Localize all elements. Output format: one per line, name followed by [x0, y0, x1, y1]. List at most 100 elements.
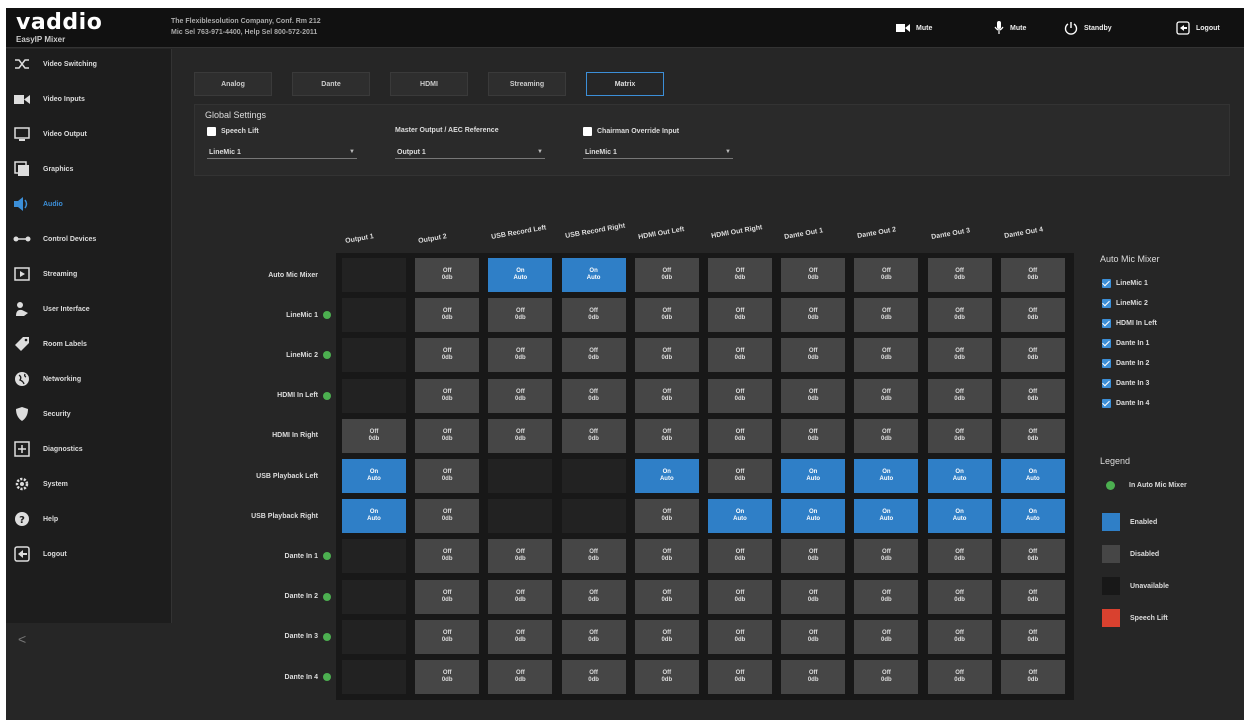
- matrix-cell-toggle[interactable]: Off 0db: [927, 579, 992, 614]
- matrix-cell-toggle[interactable]: Off 0db: [634, 660, 699, 694]
- matrix-cell-toggle[interactable]: On Auto: [927, 459, 992, 493]
- sidebar-item-streaming[interactable]: Streaming: [6, 259, 172, 289]
- matrix-cell-toggle[interactable]: Off 0db: [781, 338, 846, 373]
- matrix-cell-toggle[interactable]: Off 0db: [1000, 378, 1065, 413]
- matrix-cell-toggle[interactable]: Off 0db: [415, 660, 480, 694]
- tab-analog[interactable]: Analog: [194, 72, 272, 96]
- matrix-cell-toggle[interactable]: On Auto: [854, 459, 919, 493]
- matrix-cell-toggle[interactable]: Off 0db: [415, 579, 480, 614]
- sidebar-item-networking[interactable]: Networking: [6, 364, 172, 394]
- matrix-cell-toggle[interactable]: Off 0db: [415, 378, 480, 413]
- matrix-cell-toggle[interactable]: Off 0db: [634, 378, 699, 413]
- matrix-cell-toggle[interactable]: Off 0db: [488, 338, 553, 373]
- matrix-cell-toggle[interactable]: Off 0db: [854, 539, 919, 574]
- matrix-cell-toggle[interactable]: Off 0db: [708, 418, 772, 453]
- matrix-cell-toggle[interactable]: On Auto: [342, 459, 406, 493]
- matrix-cell-toggle[interactable]: Off 0db: [854, 378, 919, 413]
- matrix-cell-toggle[interactable]: Off 0db: [634, 258, 699, 292]
- matrix-cell-toggle[interactable]: Off 0db: [708, 258, 772, 292]
- matrix-cell-toggle[interactable]: Off 0db: [927, 258, 992, 292]
- header-logout-button[interactable]: Logout: [1176, 17, 1220, 39]
- sidebar-item-user-interface[interactable]: User Interface: [6, 294, 172, 324]
- matrix-cell-toggle[interactable]: Off 0db: [488, 660, 553, 694]
- matrix-cell-toggle[interactable]: Off 0db: [708, 619, 772, 654]
- matrix-cell-toggle[interactable]: Off 0db: [708, 378, 772, 413]
- matrix-cell-toggle[interactable]: Off 0db: [854, 660, 919, 694]
- sidebar-item-logout[interactable]: Logout: [6, 539, 172, 569]
- matrix-cell-toggle[interactable]: Off 0db: [854, 298, 919, 333]
- matrix-cell-toggle[interactable]: On Auto: [781, 499, 846, 534]
- matrix-cell-toggle[interactable]: Off 0db: [1000, 660, 1065, 694]
- sidebar-item-diagnostics[interactable]: Diagnostics: [6, 434, 172, 464]
- matrix-cell-toggle[interactable]: Off 0db: [342, 418, 406, 453]
- sidebar-item-system[interactable]: System: [6, 469, 172, 499]
- chairman-override-select[interactable]: LineMic 1 ▼: [583, 146, 733, 159]
- master-output-select[interactable]: Output 1 ▼: [395, 146, 545, 159]
- auto-mic-mixer-checkbox-dante-in-1[interactable]: Dante In 1: [1102, 339, 1149, 348]
- matrix-cell-toggle[interactable]: Off 0db: [708, 459, 772, 493]
- sidebar-item-room-labels[interactable]: Room Labels: [6, 329, 172, 359]
- camera-mute-button[interactable]: Mute: [896, 17, 932, 39]
- matrix-cell-toggle[interactable]: Off 0db: [708, 298, 772, 333]
- matrix-cell-toggle[interactable]: Off 0db: [488, 298, 553, 333]
- matrix-cell-toggle[interactable]: Off 0db: [415, 338, 480, 373]
- matrix-cell-toggle[interactable]: Off 0db: [1000, 258, 1065, 292]
- matrix-cell-toggle[interactable]: Off 0db: [781, 539, 846, 574]
- matrix-cell-toggle[interactable]: Off 0db: [1000, 418, 1065, 453]
- standby-button[interactable]: Standby: [1064, 17, 1112, 39]
- sidebar-item-graphics[interactable]: Graphics: [6, 154, 172, 184]
- tab-dante[interactable]: Dante: [292, 72, 370, 96]
- matrix-cell-toggle[interactable]: Off 0db: [854, 258, 919, 292]
- matrix-cell-toggle[interactable]: Off 0db: [561, 298, 626, 333]
- matrix-cell-toggle[interactable]: Off 0db: [634, 579, 699, 614]
- matrix-cell-toggle[interactable]: Off 0db: [854, 619, 919, 654]
- auto-mic-mixer-checkbox-hdmi-in-left[interactable]: HDMI In Left: [1102, 319, 1157, 328]
- auto-mic-mixer-checkbox-linemic-2[interactable]: LineMic 2: [1102, 299, 1148, 308]
- matrix-cell-toggle[interactable]: Off 0db: [488, 579, 553, 614]
- sidebar-item-audio[interactable]: Audio: [6, 189, 172, 219]
- matrix-cell-toggle[interactable]: Off 0db: [927, 338, 992, 373]
- matrix-cell-toggle[interactable]: Off 0db: [561, 660, 626, 694]
- sidebar-item-video-output[interactable]: Video Output: [6, 119, 172, 149]
- chairman-override-checkbox[interactable]: Chairman Override Input: [583, 127, 679, 136]
- matrix-cell-toggle[interactable]: Off 0db: [1000, 539, 1065, 574]
- matrix-cell-toggle[interactable]: Off 0db: [854, 418, 919, 453]
- tab-hdmi[interactable]: HDMI: [390, 72, 468, 96]
- matrix-cell-toggle[interactable]: Off 0db: [634, 298, 699, 333]
- matrix-cell-toggle[interactable]: Off 0db: [561, 579, 626, 614]
- matrix-cell-toggle[interactable]: On Auto: [927, 499, 992, 534]
- matrix-cell-toggle[interactable]: Off 0db: [781, 418, 846, 453]
- matrix-cell-toggle[interactable]: Off 0db: [634, 619, 699, 654]
- matrix-cell-toggle[interactable]: Off 0db: [634, 539, 699, 574]
- matrix-cell-toggle[interactable]: Off 0db: [781, 660, 846, 694]
- matrix-cell-toggle[interactable]: Off 0db: [1000, 298, 1065, 333]
- sidebar-item-security[interactable]: Security: [6, 399, 172, 429]
- matrix-cell-toggle[interactable]: Off 0db: [1000, 579, 1065, 614]
- speech-lift-checkbox[interactable]: Speech Lift: [207, 127, 259, 136]
- matrix-cell-toggle[interactable]: On Auto: [1000, 499, 1065, 534]
- sidebar-item-help[interactable]: ? Help: [6, 504, 172, 534]
- matrix-cell-toggle[interactable]: Off 0db: [708, 539, 772, 574]
- matrix-cell-toggle[interactable]: Off 0db: [854, 579, 919, 614]
- auto-mic-mixer-checkbox-dante-in-3[interactable]: Dante In 3: [1102, 379, 1149, 388]
- matrix-cell-toggle[interactable]: Off 0db: [634, 338, 699, 373]
- matrix-cell-toggle[interactable]: Off 0db: [708, 660, 772, 694]
- sidebar-item-control-devices[interactable]: Control Devices: [6, 224, 172, 254]
- matrix-cell-toggle[interactable]: Off 0db: [927, 619, 992, 654]
- matrix-cell-toggle[interactable]: On Auto: [1000, 459, 1065, 493]
- matrix-cell-toggle[interactable]: On Auto: [488, 258, 553, 292]
- matrix-cell-toggle[interactable]: Off 0db: [634, 418, 699, 453]
- matrix-cell-toggle[interactable]: On Auto: [634, 459, 699, 493]
- tab-streaming[interactable]: Streaming: [488, 72, 566, 96]
- matrix-cell-toggle[interactable]: Off 0db: [561, 338, 626, 373]
- matrix-cell-toggle[interactable]: On Auto: [708, 499, 772, 534]
- matrix-cell-toggle[interactable]: Off 0db: [781, 619, 846, 654]
- matrix-cell-toggle[interactable]: Off 0db: [415, 298, 480, 333]
- matrix-cell-toggle[interactable]: Off 0db: [415, 459, 480, 493]
- matrix-cell-toggle[interactable]: Off 0db: [488, 539, 553, 574]
- speech-lift-select[interactable]: LineMic 1 ▼: [207, 146, 357, 159]
- matrix-cell-toggle[interactable]: Off 0db: [488, 418, 553, 453]
- matrix-cell-toggle[interactable]: Off 0db: [708, 579, 772, 614]
- matrix-cell-toggle[interactable]: Off 0db: [927, 378, 992, 413]
- matrix-cell-toggle[interactable]: Off 0db: [415, 619, 480, 654]
